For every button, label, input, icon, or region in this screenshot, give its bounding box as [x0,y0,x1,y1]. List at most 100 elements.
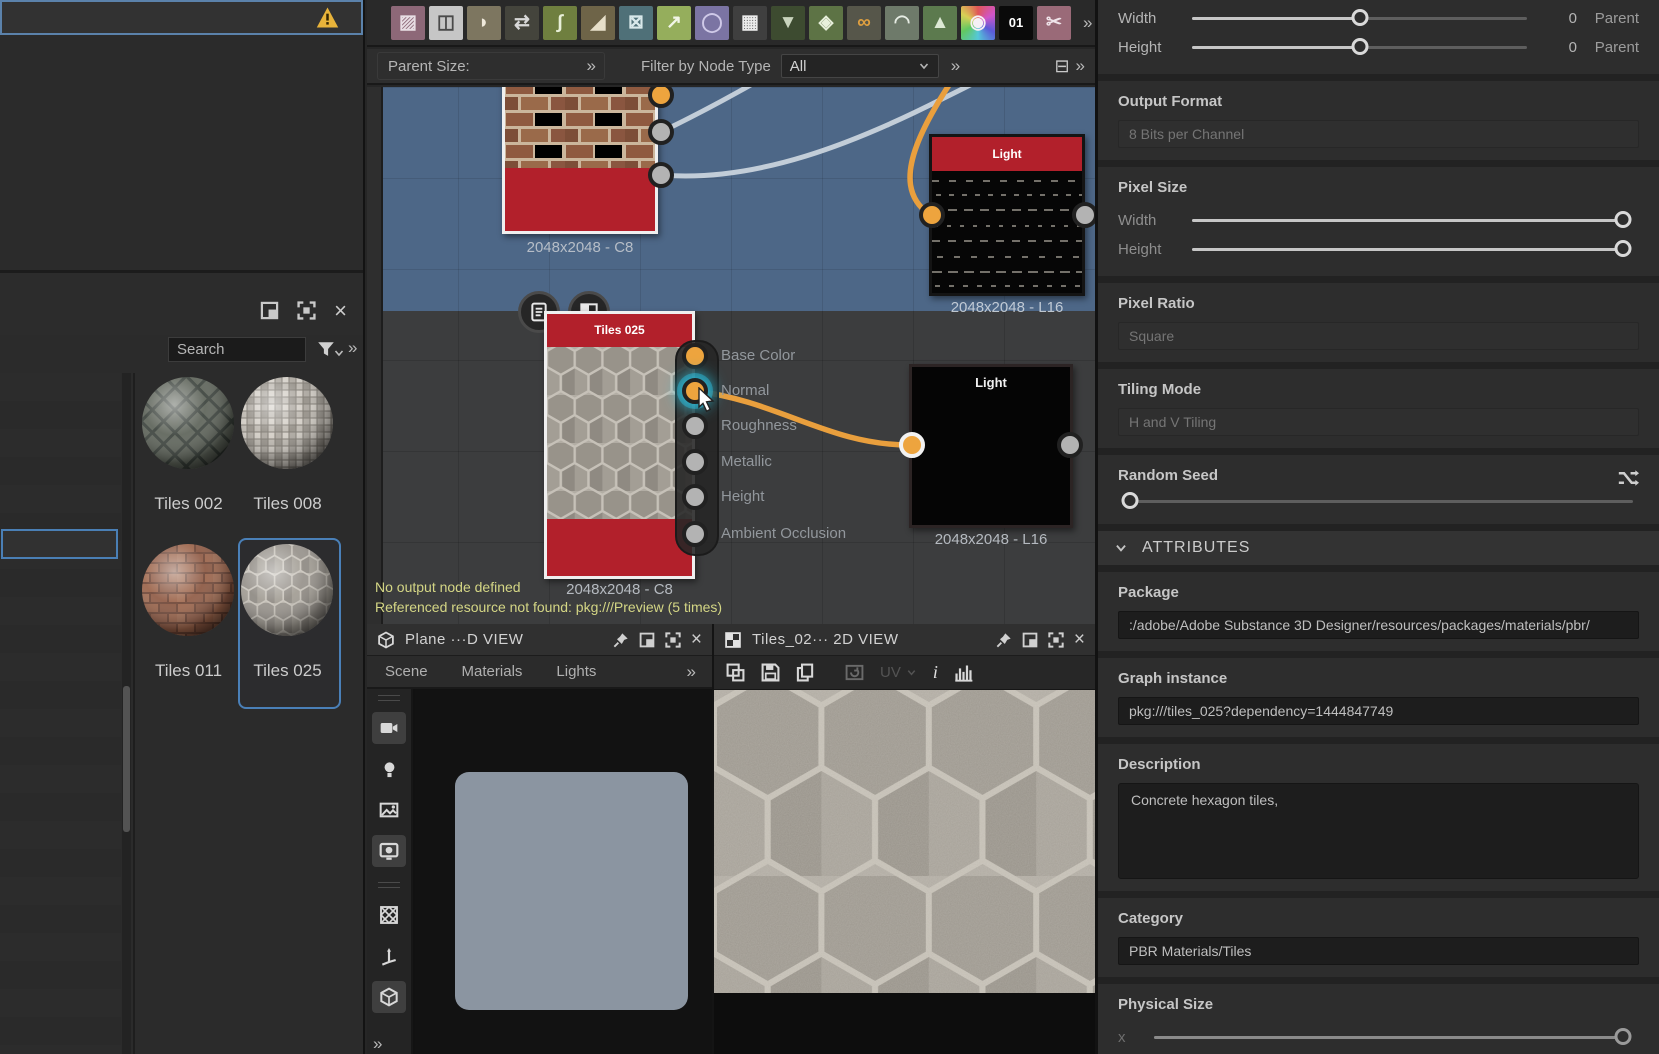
library-item-tiles-002[interactable]: Tiles 002 [141,376,236,514]
warp-node-icon[interactable]: ⊠ [619,6,653,40]
tab-materials[interactable]: Materials [462,663,523,680]
view-2d-header[interactable]: Tiles_02··· 2D VIEW × [714,624,1095,656]
library-item-tiles-008[interactable]: Tiles 008 [240,376,335,514]
directional-blur-node-icon[interactable]: ◢ [581,6,615,40]
filter-node-type-dropdown[interactable]: All [781,54,939,78]
dot-node-icon[interactable]: ∞ [847,6,881,40]
geometry-select-button[interactable] [372,981,406,1013]
pin-icon[interactable] [996,632,1012,648]
display-options-icon[interactable] [726,663,745,682]
search-overflow-button[interactable]: » [348,338,355,358]
pixel-height-knob[interactable] [1615,240,1632,257]
transform-node-icon[interactable]: ↗ [657,6,691,40]
height-mode[interactable]: Parent [1577,39,1639,56]
light-bottom-input-port[interactable] [899,432,925,458]
text-node-icon[interactable]: ◫ [429,6,463,40]
environment-tool-button[interactable] [372,794,406,826]
shuffle-node-icon[interactable]: ⇄ [505,6,539,40]
toolbar-overflow-button[interactable]: » [1083,13,1090,33]
pixel-width-slider[interactable] [1192,219,1623,222]
shape-node-icon[interactable]: ◯ [695,6,729,40]
graph-tools-icon[interactable]: ⊟ [1054,56,1069,77]
brick-output-port-3[interactable] [648,162,674,188]
tab-scene[interactable]: Scene [385,663,428,680]
light-tool-button[interactable] [372,753,406,785]
axes-view-button[interactable] [372,940,406,972]
copy-icon[interactable] [796,663,815,682]
toolbar-grip[interactable] [378,695,400,701]
tabs-overflow[interactable]: » [687,662,694,682]
wireframe-view-button[interactable] [372,899,406,931]
explorer-selected-row[interactable] [0,0,363,35]
package-field[interactable]: :/adobe/Adobe Substance 3D Designer/reso… [1118,611,1639,639]
texture-2d-preview[interactable] [714,690,1095,993]
physical-x-slider[interactable] [1154,1036,1623,1039]
view-3d-toolbar-overflow[interactable]: » [373,1034,380,1054]
camera-tool-button[interactable] [372,712,406,744]
pixel-height-slider[interactable] [1192,248,1623,251]
graph-toolbar-overflow[interactable]: » [1076,56,1083,76]
pin-icon[interactable] [613,632,629,648]
attributes-header[interactable]: ATTRIBUTES [1098,531,1659,565]
category-field[interactable]: PBR Materials/Tiles [1118,937,1639,965]
histogram-node-icon[interactable]: ▲ [923,6,957,40]
filter-chevron-icon[interactable] [333,347,345,359]
description-field[interactable]: Concrete hexagon tiles, [1118,783,1639,879]
tiles-port-height[interactable] [682,484,708,510]
light-top-input-port[interactable] [919,202,945,228]
physical-x-knob[interactable] [1615,1028,1632,1045]
light-bottom-output-port[interactable] [1057,432,1083,458]
scrollbar-thumb[interactable] [123,686,130,832]
library-scrollbar[interactable] [122,373,131,1054]
image-node-icon[interactable]: ▨ [391,6,425,40]
maximize-panel-icon[interactable] [665,632,681,648]
pixel-width-knob[interactable] [1615,211,1632,228]
library-item-tiles-011[interactable]: Tiles 011 [141,543,236,681]
library-item-tiles-025[interactable]: Tiles 025 [240,543,335,681]
graph-canvas[interactable]: 2048x2048 - C8 Light 2048x2048 - L16 [367,87,1095,624]
filter-overflow[interactable]: » [951,56,958,76]
display-settings-button[interactable] [372,835,406,867]
width-slider[interactable] [1192,17,1527,20]
width-slider-knob[interactable] [1351,9,1368,26]
maximize-panel-icon[interactable] [297,301,316,320]
scatter-node-icon[interactable]: ◈ [809,6,843,40]
dock-panel-icon[interactable] [1022,632,1038,648]
curve-node-icon[interactable]: ∫ [543,6,577,40]
height-value[interactable]: 0 [1543,39,1577,56]
light-top-output-port[interactable] [1072,202,1095,228]
random-seed-slider[interactable] [1124,500,1633,503]
close-panel-icon[interactable]: × [1074,631,1085,649]
parent-size-overflow[interactable]: » [587,56,594,76]
library-splitter[interactable] [133,373,135,1054]
shuffle-seed-icon[interactable] [1617,467,1639,489]
blend-node-icon[interactable]: ◗ [467,6,501,40]
brick-output-port-2[interactable] [648,119,674,145]
hsl-node-icon[interactable]: ◉ [961,6,995,40]
tiles-port-base-color[interactable] [682,343,708,369]
maximize-panel-icon[interactable] [1048,632,1064,648]
random-seed-knob[interactable] [1122,492,1139,509]
view-3d-header[interactable]: Plane ···D VIEW × [367,624,712,656]
tiles-port-roughness[interactable] [682,413,708,439]
library-folder-strip[interactable] [0,373,121,1054]
view-3d-viewport[interactable] [415,689,712,1054]
save-icon[interactable] [761,663,780,682]
pixel-processor-node-icon[interactable]: ✂ [1037,6,1071,40]
tile-sampler-node-icon[interactable]: ▦ [733,6,767,40]
width-value[interactable]: 0 [1543,10,1577,27]
histogram-icon[interactable] [954,663,973,682]
info-icon[interactable]: i [933,662,938,683]
tab-lights[interactable]: Lights [556,663,596,680]
tiles-port-ambient-occlusion[interactable] [682,521,708,547]
tiles-port-normal[interactable] [682,378,708,404]
dock-panel-icon[interactable] [639,632,655,648]
search-input[interactable] [168,337,306,362]
dock-panel-icon[interactable] [260,301,279,320]
close-panel-icon[interactable]: × [334,302,347,320]
height-slider[interactable] [1192,46,1527,49]
graph-instance-field[interactable]: pkg:///tiles_025?dependency=1444847749 [1118,697,1639,725]
width-mode[interactable]: Parent [1577,10,1639,27]
height-slider-knob[interactable] [1351,38,1368,55]
close-panel-icon[interactable]: × [691,631,702,649]
